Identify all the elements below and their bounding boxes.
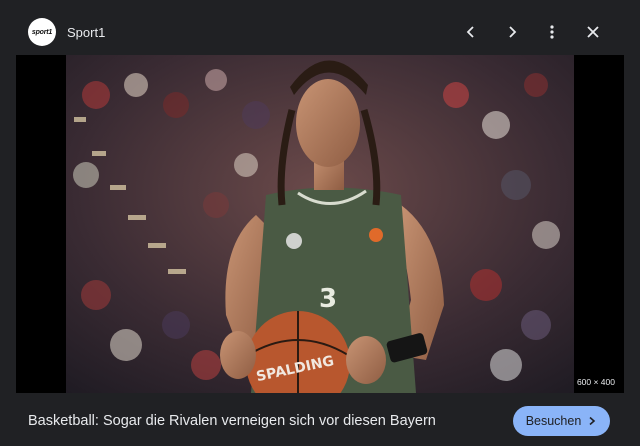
source-logo-text: sport1 — [31, 28, 53, 36]
source-logo[interactable]: sport1 — [28, 18, 56, 46]
chevron-right-icon — [589, 416, 596, 426]
chevron-right-icon — [509, 26, 517, 38]
next-button[interactable] — [500, 20, 524, 44]
article-headline[interactable]: Basketball: Sogar die Rivalen verneigen … — [28, 413, 436, 429]
visit-button-label: Besuchen — [525, 414, 582, 428]
chevron-left-icon — [466, 26, 474, 38]
source-name[interactable]: Sport1 — [67, 25, 105, 40]
caption-row: Basketball: Sogar die Rivalen verneigen … — [0, 396, 640, 446]
preview-image[interactable]: 3 SPALDING — [66, 55, 574, 393]
image-stage: 3 SPALDING 600 × 400 — [16, 55, 624, 393]
close-button[interactable] — [581, 20, 605, 44]
basketball-player-photo: 3 SPALDING — [66, 55, 574, 393]
jersey-number: 3 — [319, 284, 337, 314]
more-options-button[interactable] — [540, 20, 564, 44]
more-vert-icon — [550, 25, 554, 39]
visit-button[interactable]: Besuchen — [513, 406, 610, 436]
previous-button[interactable] — [459, 20, 483, 44]
image-dimensions: 600 × 400 — [573, 376, 618, 388]
close-icon — [587, 26, 599, 38]
